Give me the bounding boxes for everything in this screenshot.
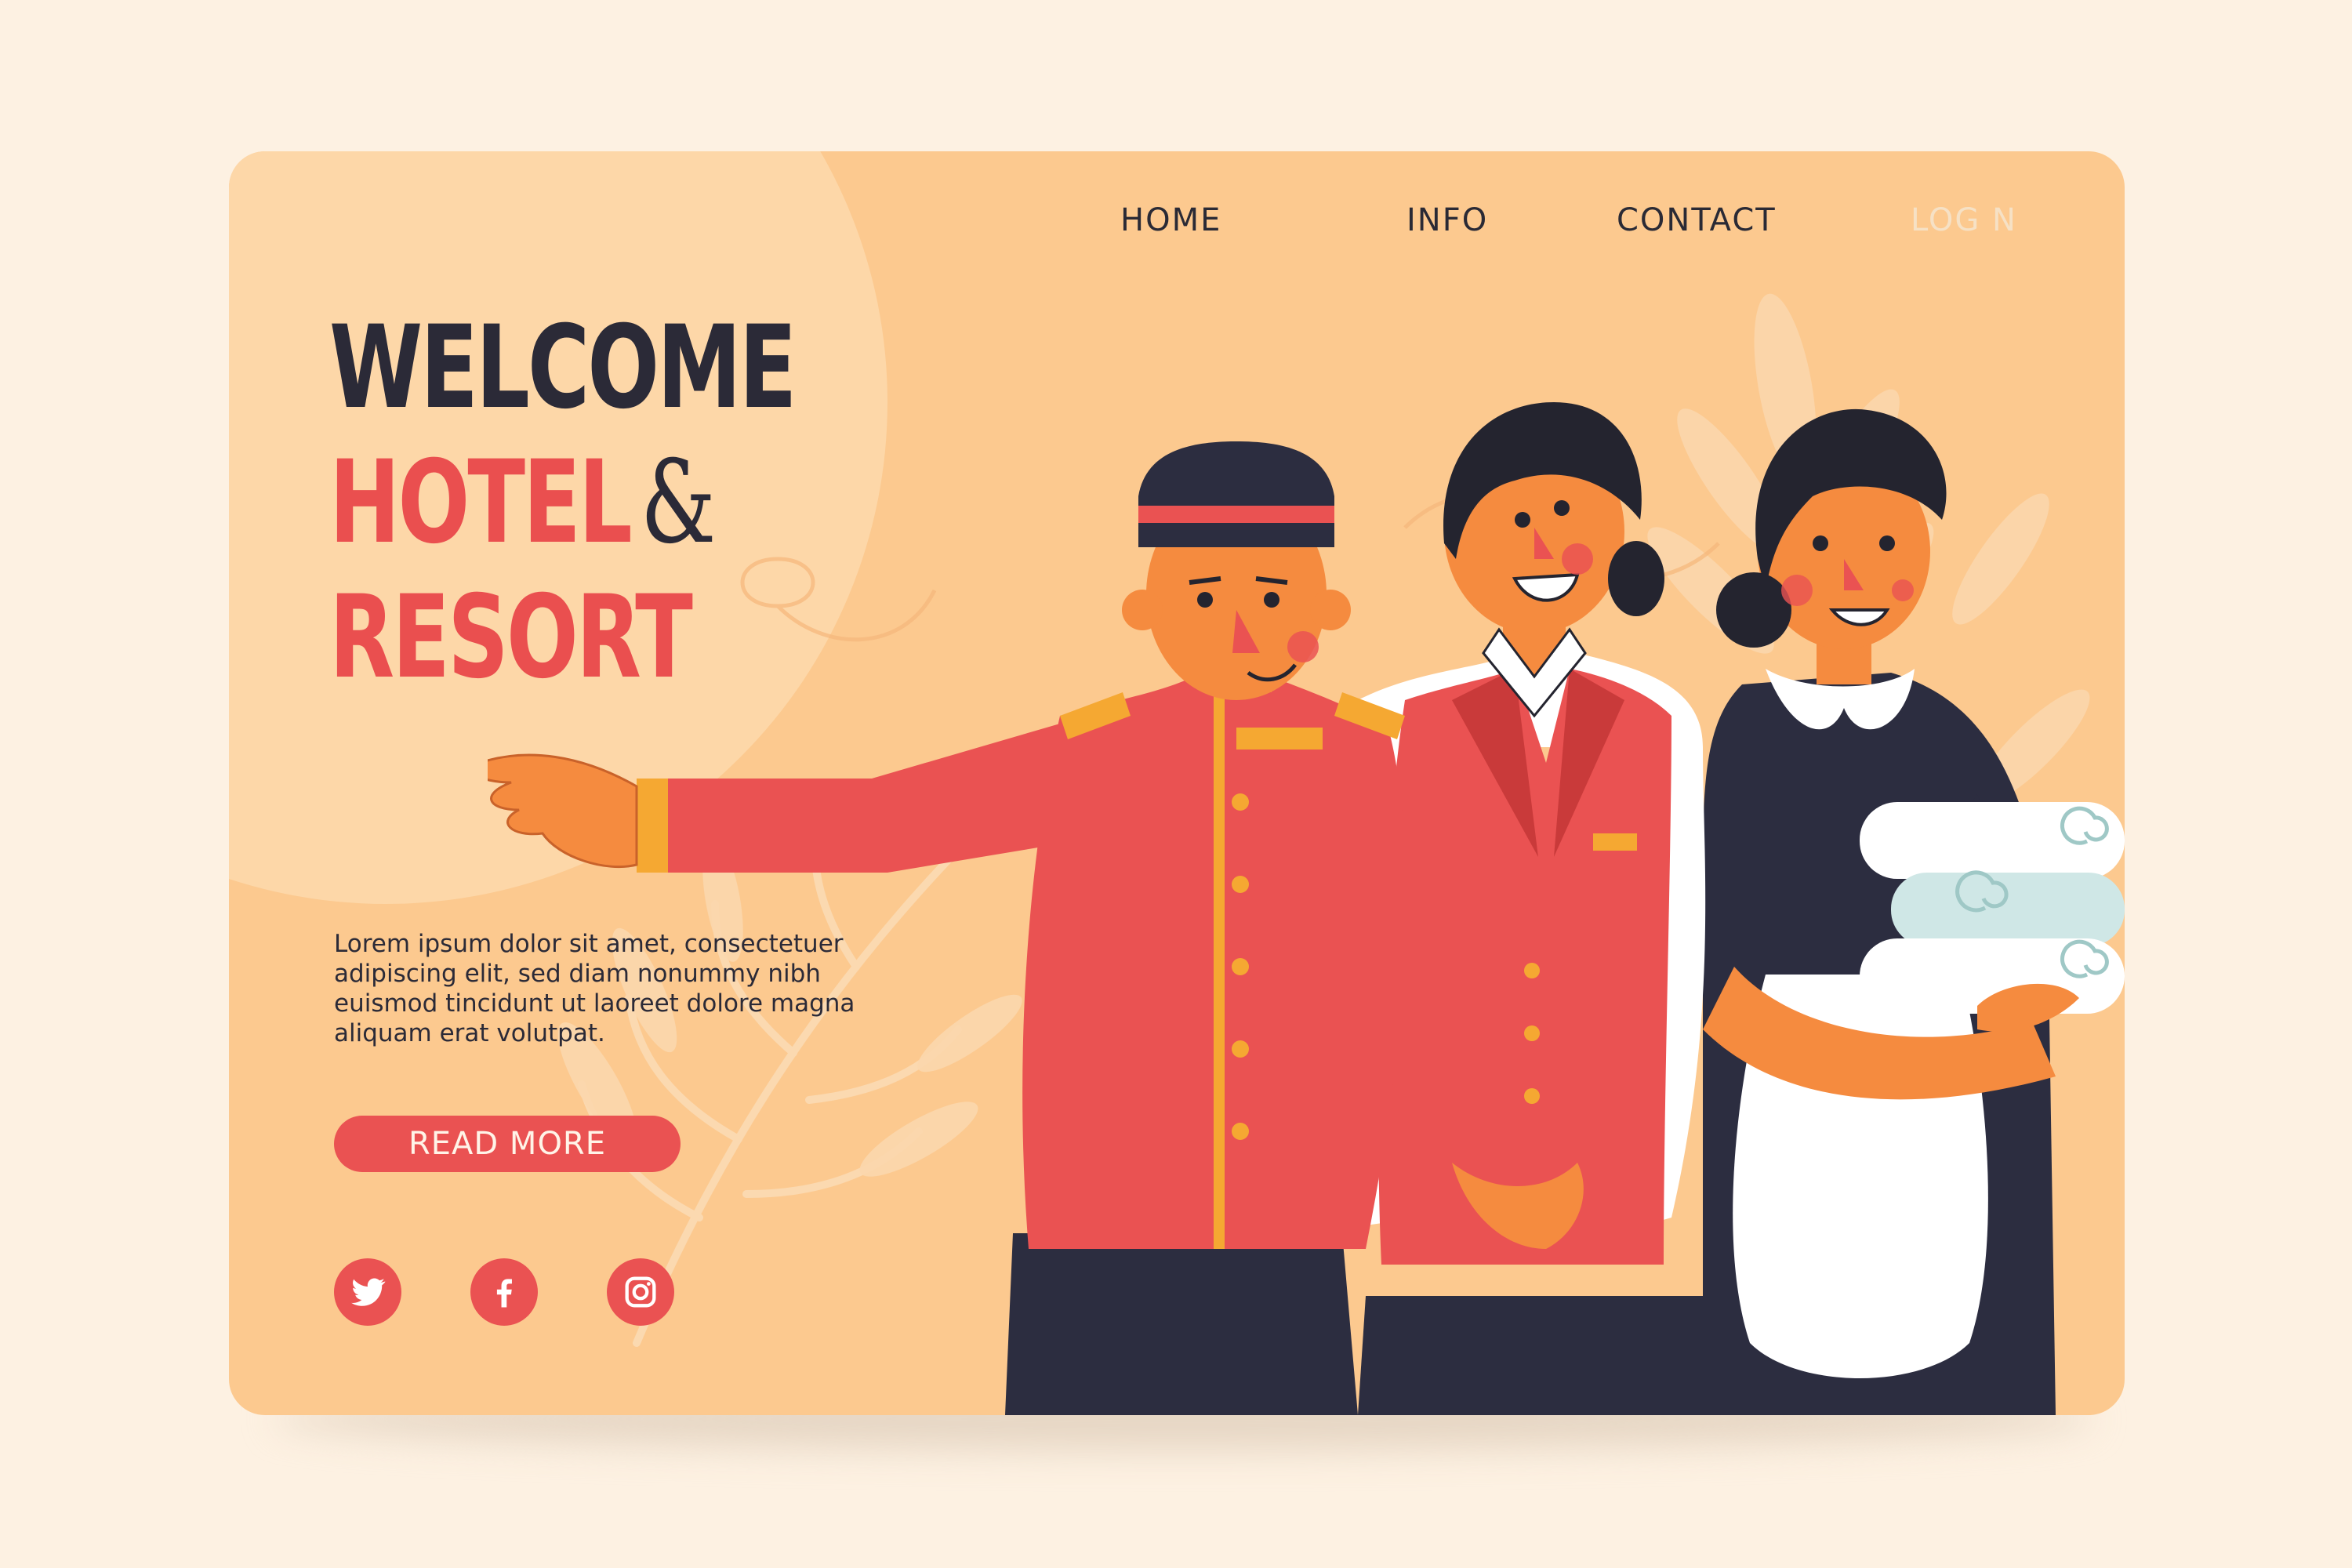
hero-title-line-welcome: WELCOME <box>329 301 797 434</box>
twitter-button[interactable] <box>334 1258 401 1326</box>
towel-stack <box>1860 802 2125 1014</box>
hero-description: Lorem ipsum dolor sit amet, consectetuer… <box>334 930 855 1047</box>
hero-title: WELCOME HOTEL& RESORT <box>329 300 797 705</box>
hero-title-ampersand: & <box>641 436 716 569</box>
hero-title-line-hotel: HOTEL& <box>329 435 795 570</box>
instagram-button[interactable] <box>607 1258 674 1326</box>
instagram-icon <box>625 1276 656 1308</box>
read-more-button[interactable]: READ MORE <box>334 1116 681 1172</box>
hero-title-line-resort: RESORT <box>329 571 693 704</box>
twitter-icon <box>351 1278 386 1306</box>
facebook-icon <box>496 1279 512 1308</box>
housekeeper-figure <box>1703 408 2125 1415</box>
landing-page-card: HOME INFO CONTACT LOG N WELCOME HOTEL& R… <box>229 151 2125 1415</box>
facebook-button[interactable] <box>470 1258 538 1326</box>
hero-title-hotel-text: HOTEL <box>329 436 633 569</box>
